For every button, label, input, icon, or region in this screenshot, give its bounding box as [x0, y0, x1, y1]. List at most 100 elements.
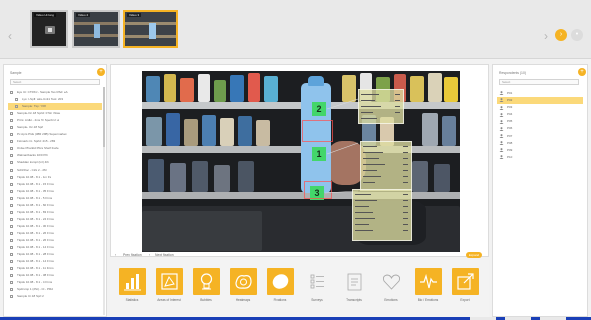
sample-tree-item[interactable]: Tkpsk 10.08 - 8.1 - 38 Frms — [8, 272, 102, 279]
tool-text[interactable]: Transcripts — [337, 268, 371, 316]
checkbox-icon[interactable] — [10, 231, 13, 235]
respondent-item[interactable]: P03 — [497, 104, 583, 111]
sample-tree-item[interactable]: Tkpsk 10.08 - 8.1 - 28 Frms — [8, 251, 102, 258]
tool-list[interactable]: Surveys — [300, 268, 334, 316]
respondent-item[interactable]: P08 — [497, 140, 583, 147]
strip-next-arrow-icon[interactable]: › — [544, 30, 548, 42]
tool-fixation[interactable]: Fixations — [263, 268, 297, 316]
respondent-item[interactable]: P10 — [497, 154, 583, 161]
sample-tree-item[interactable]: Pc Aprs Plds (38R 29B) Supermarket — [8, 131, 102, 138]
prev-fixation-arrow-icon[interactable]: ‹ — [115, 253, 116, 257]
next-fixation-arrow-icon[interactable]: › — [149, 253, 150, 257]
checkbox-icon[interactable] — [10, 288, 13, 292]
sample-tree-item[interactable]: ScDrRoc - Ctrk 2 - 2M — [8, 167, 102, 174]
add-sample-button[interactable]: + — [97, 68, 105, 76]
tool-aoi[interactable]: Areas of Interest — [152, 268, 186, 316]
respondent-item[interactable]: P02 — [497, 97, 583, 105]
checkbox-icon[interactable] — [10, 112, 13, 116]
checkbox-icon[interactable] — [15, 98, 18, 102]
sample-tree-item[interactable]: Eye Ut: CTRKJ - Sample Tes RSd: eA — [8, 89, 102, 96]
respondent-item[interactable]: P01 — [497, 90, 583, 97]
sample-tree-item[interactable]: Tkpsk 10.08 - 8.1 - 14 Frms — [8, 258, 102, 265]
checkbox-icon[interactable] — [10, 154, 13, 158]
checkbox-icon[interactable] — [10, 203, 13, 207]
play-button[interactable]: › — [555, 29, 567, 41]
sample-tree-item[interactable]: Shaddan ksmpl (tnI) 4th — [8, 159, 102, 166]
sample-tree-item[interactable]: Tkpsk 10.08 - 8.1 - 15 Frms — [8, 181, 102, 188]
sample-tree-item[interactable]: Sample- Oc.18 Sprl — [8, 124, 102, 131]
video-thumbnail-2[interactable]: Video 2 — [72, 10, 120, 48]
checkbox-icon[interactable] — [10, 267, 13, 271]
video-thumbnail-3[interactable]: Video 3 — [123, 10, 178, 48]
checkbox-icon[interactable] — [10, 246, 13, 250]
checkbox-icon[interactable] — [10, 119, 13, 123]
sample-tree-item[interactable]: Tkpsk 10.08 - 8.1 - 24 Frms — [8, 216, 102, 223]
checkbox-icon[interactable] — [10, 147, 13, 151]
sample-tree-item[interactable]: Prtrs: Ardkt - 4ms Tc Sperbl 2 ui — [8, 117, 102, 124]
checkbox-icon[interactable] — [10, 182, 13, 186]
tool-wave[interactable]: Bio / Emotions — [411, 268, 445, 316]
checkbox-icon[interactable] — [10, 189, 13, 193]
sample-tree-scrollbar[interactable] — [103, 87, 105, 315]
sample-filter-select[interactable]: Select — [10, 79, 100, 85]
sample-tree-item[interactable]: Spdrsmp 1 (2St) - Cl - PRd — [8, 286, 102, 293]
sample-tree-item[interactable]: Sample Cr.18 Sprl 2 — [8, 293, 102, 300]
checkbox-icon[interactable] — [10, 196, 13, 200]
checkbox-icon[interactable] — [10, 140, 13, 144]
sample-tree-item[interactable]: Tkpsk 10.08 - 8.1 - 14 Frms — [8, 244, 102, 251]
video-thumbnail-1[interactable]: Video Ht long — [30, 10, 68, 48]
sample-tree-item[interactable]: Tkpsk 10.08 - 8.1 - 26 Frms — [8, 237, 102, 244]
tool-bubble[interactable]: Bubbles — [189, 268, 223, 316]
checkbox-icon[interactable] — [10, 224, 13, 228]
respondent-item[interactable]: P09 — [497, 147, 583, 154]
checkbox-icon[interactable] — [10, 260, 13, 264]
checkbox-icon[interactable] — [10, 168, 13, 172]
tool-export[interactable]: Export — [448, 268, 482, 316]
sample-tree-item[interactable]: Tkpsk 10.08 - 8.1 - 11 Frms — [8, 265, 102, 272]
video-frame[interactable]: 2 1 3 — [142, 71, 460, 252]
respondent-filter-select[interactable]: Select — [499, 79, 579, 85]
sample-tree-item[interactable]: Lys: I-Spfl: wks-Unit1 Test: 203 — [8, 96, 102, 103]
checkbox-icon[interactable] — [15, 105, 18, 109]
checkbox-icon[interactable] — [10, 91, 13, 94]
checkbox-icon[interactable] — [10, 161, 13, 165]
checkbox-icon[interactable] — [10, 274, 13, 278]
sample-tree-item[interactable]: Sample-Oc.18 Sprld: 07Hr rhlwe — [8, 110, 102, 117]
checkbox-icon[interactable] — [10, 133, 13, 137]
checkbox-icon[interactable] — [10, 295, 13, 299]
sample-tree-item-label: Tkpsk 10.08 - 8.1 - 11 Frms — [17, 266, 54, 271]
add-respondent-button[interactable]: + — [578, 68, 586, 76]
checkbox-icon[interactable] — [10, 253, 13, 257]
next-fixation-label[interactable]: Next fixation — [155, 253, 174, 257]
checkbox-icon[interactable] — [10, 210, 13, 214]
strip-prev-arrow-icon[interactable]: ‹ — [8, 30, 12, 42]
respondent-item[interactable]: P05 — [497, 118, 583, 125]
sample-tree-item[interactable]: Tkpsk 10.08 - 8.1 - 5 Frms — [8, 195, 102, 202]
respondent-item[interactable]: P06 — [497, 125, 583, 132]
sample-tree-item[interactable]: Tkpsk 10.08 - 8.1 - 26 Frms — [8, 230, 102, 237]
checkbox-icon[interactable] — [10, 175, 13, 179]
sample-tree-item[interactable]: Ovlse Pharktd Pltcs Shelf fnwle — [8, 145, 102, 152]
tool-bar-chart[interactable]: Statistics — [115, 268, 149, 316]
sample-tree-item[interactable]: Sample: Tkp: Y08 — [8, 103, 102, 111]
expand-button[interactable]: Expand — [466, 252, 482, 258]
sample-tree-item[interactable]: Tkpsk 10.08 - 8.1 - 35 Frms — [8, 188, 102, 195]
checkbox-icon[interactable] — [10, 238, 13, 242]
prev-fixation-label[interactable]: Prev fixation — [123, 253, 142, 257]
settings-button[interactable]: • — [571, 29, 583, 41]
sample-tree-item[interactable]: Tkpsk 10.08 - 8.1 - 83 Frms — [8, 209, 102, 216]
sample-tree-item[interactable]: Tkpsk 10.08 - 8.1 - 60 Frms — [8, 202, 102, 209]
tool-label: Areas of Interest — [157, 298, 181, 302]
checkbox-icon[interactable] — [10, 281, 13, 285]
sample-tree-item[interactable]: Tkpsk 10.08 - 8.1 - 1m frs — [8, 174, 102, 181]
tool-heart[interactable]: Emotions — [374, 268, 408, 316]
tool-heatmap[interactable]: Heatmaps — [226, 268, 260, 316]
sample-tree-item[interactable]: Walmartbacks 10/0 Pth — [8, 152, 102, 159]
checkbox-icon[interactable] — [10, 126, 13, 130]
sample-tree-item[interactable]: Tkpsk 10.08 - 8.1 - 4 Frms — [8, 279, 102, 286]
checkbox-icon[interactable] — [10, 217, 13, 221]
sample-tree-item[interactable]: Fstmark rnt. Sprld: 215 - 283 — [8, 138, 102, 145]
sample-tree-item[interactable]: Tkpsk 10.08 - 8.1 - 30 Frms — [8, 223, 102, 230]
respondent-item[interactable]: P04 — [497, 111, 583, 118]
respondent-item[interactable]: P07 — [497, 133, 583, 140]
